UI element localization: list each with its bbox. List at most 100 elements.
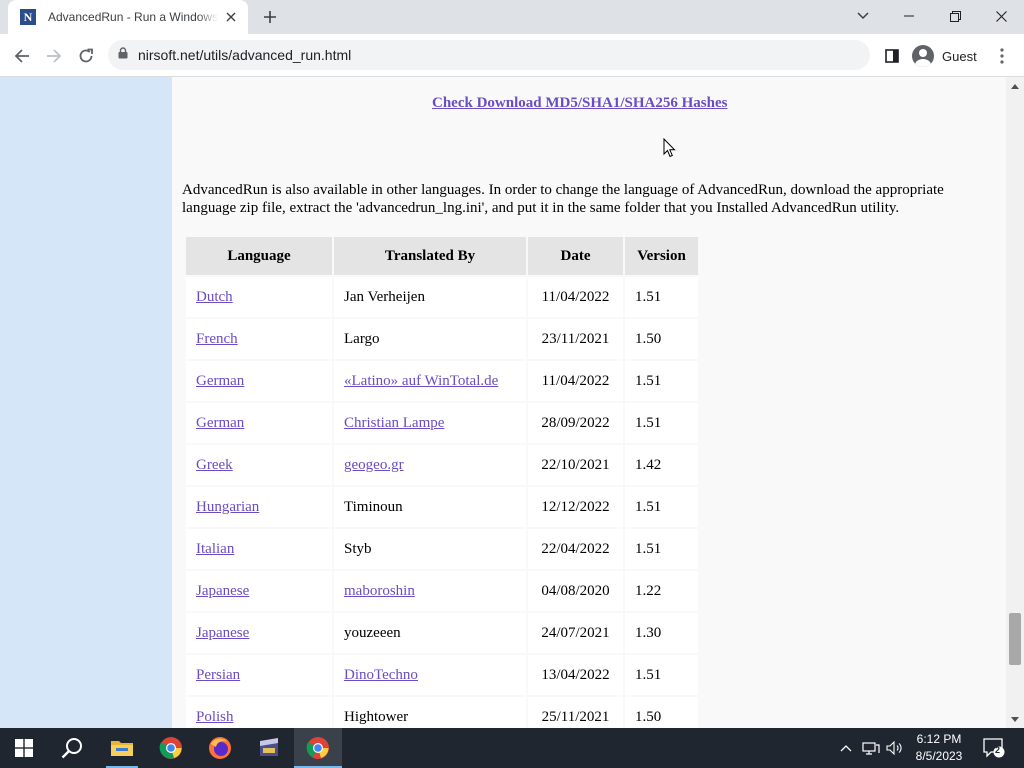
column-header-language: Language <box>186 237 332 275</box>
translator-link[interactable]: geogeo.gr <box>344 457 404 473</box>
cell-translated-by: «Latino» auf WinTotal.de <box>334 361 526 401</box>
cell-date: 22/04/2022 <box>528 529 623 569</box>
language-download-link[interactable]: German <box>196 415 244 431</box>
minimize-button[interactable] <box>886 0 932 32</box>
translator-name: youzeeen <box>344 624 401 641</box>
profile-button[interactable]: Guest <box>906 42 983 70</box>
cell-date: 28/09/2022 <box>528 403 623 443</box>
system-clock[interactable]: 6:12 PM 8/5/2023 <box>908 731 970 765</box>
table-row: Persian DinoTechno 13/04/2022 1.51 <box>186 655 698 695</box>
cell-date: 24/07/2021 <box>528 613 623 653</box>
language-download-link[interactable]: Persian <box>196 667 240 683</box>
tab-search-chevron-down-icon[interactable] <box>840 0 886 32</box>
translator-name: Largo <box>344 330 380 347</box>
translator-name: Jan Verheijen <box>344 288 425 305</box>
firefox-icon[interactable] <box>196 728 244 768</box>
column-header-translated-by: Translated By <box>334 237 526 275</box>
side-panel-icon[interactable] <box>878 42 906 70</box>
cell-translated-by: maboroshin <box>334 571 526 611</box>
translator-name: Hightower <box>344 708 409 725</box>
language-download-link[interactable]: Japanese <box>196 625 249 641</box>
lock-icon[interactable] <box>118 46 128 64</box>
url-text: nirsoft.net/utils/advanced_run.html <box>138 47 352 63</box>
cell-language: Greek <box>186 445 332 485</box>
cell-version: 1.42 <box>625 445 698 485</box>
column-header-date: Date <box>528 237 623 275</box>
cell-version: 1.51 <box>625 655 698 695</box>
cell-language: German <box>186 361 332 401</box>
table-row: Polish Hightower 25/11/2021 1.50 <box>186 697 698 728</box>
language-download-link[interactable]: Polish <box>196 709 234 725</box>
volume-icon[interactable] <box>884 728 906 768</box>
scrollbar-thumb[interactable] <box>1009 612 1021 665</box>
cell-translated-by: DinoTechno <box>334 655 526 695</box>
address-bar[interactable]: nirsoft.net/utils/advanced_run.html <box>108 40 870 70</box>
table-row: German Christian Lampe 28/09/2022 1.51 <box>186 403 698 443</box>
translator-name: Timinoun <box>344 498 403 515</box>
language-download-link[interactable]: Italian <box>196 541 234 557</box>
table-header-row: Language Translated By Date Version <box>186 237 698 275</box>
translator-link[interactable]: DinoTechno <box>344 667 418 683</box>
table-row: German «Latino» auf WinTotal.de 11/04/2022… <box>186 361 698 401</box>
network-icon[interactable] <box>860 728 882 768</box>
table-row: Italian Styb 22/04/2022 1.51 <box>186 529 698 569</box>
cell-date: 12/12/2022 <box>528 487 623 527</box>
language-download-link[interactable]: Dutch <box>196 289 233 305</box>
avatar <box>912 45 934 67</box>
cell-date: 25/11/2021 <box>528 697 623 728</box>
language-download-link[interactable]: Greek <box>196 457 233 473</box>
cell-date: 04/08/2020 <box>528 571 623 611</box>
cell-language: Dutch <box>186 277 332 317</box>
media-app-icon[interactable] <box>245 728 293 768</box>
translator-link[interactable]: «Latino» auf WinTotal.de <box>344 373 498 389</box>
browser-tab[interactable]: N AdvancedRun - Run a Windows program wi… <box>8 0 248 34</box>
cell-language: Polish <box>186 697 332 728</box>
cell-language: Japanese <box>186 571 332 611</box>
back-arrow-icon[interactable] <box>8 42 36 70</box>
cell-version: 1.50 <box>625 697 698 728</box>
language-download-link[interactable]: Japanese <box>196 583 249 599</box>
cell-language: Italian <box>186 529 332 569</box>
clock-time: 6:12 PM <box>916 732 962 746</box>
page-scrollbar[interactable] <box>1006 77 1024 728</box>
search-icon[interactable] <box>48 728 96 768</box>
language-download-link[interactable]: Hungarian <box>196 499 259 515</box>
tab-close-icon[interactable] <box>222 8 240 26</box>
cell-translated-by: Jan Verheijen <box>334 277 526 317</box>
notifications-icon[interactable]: 2 <box>978 728 1010 768</box>
show-hidden-icons-chevron-up-icon[interactable] <box>836 728 856 768</box>
cell-translated-by: youzeeen <box>334 613 526 653</box>
scroll-down-arrow-icon[interactable] <box>1010 714 1020 724</box>
cell-date: 23/11/2021 <box>528 319 623 359</box>
cell-translated-by: Hightower <box>334 697 526 728</box>
profile-name: Guest <box>942 48 977 64</box>
close-window-button[interactable] <box>978 0 1024 32</box>
cell-language: Persian <box>186 655 332 695</box>
scroll-up-arrow-icon[interactable] <box>1010 81 1020 91</box>
cell-version: 1.51 <box>625 361 698 401</box>
new-tab-button[interactable] <box>258 5 282 29</box>
cell-translated-by: Styb <box>334 529 526 569</box>
browser-toolbar: nirsoft.net/utils/advanced_run.html Gues… <box>0 34 1024 77</box>
chrome-active-icon[interactable] <box>294 728 342 768</box>
cell-version: 1.30 <box>625 613 698 653</box>
language-download-link[interactable]: French <box>196 331 238 347</box>
clock-date: 8/5/2023 <box>915 749 963 763</box>
language-download-link[interactable]: German <box>196 373 244 389</box>
cell-translated-by: Largo <box>334 319 526 359</box>
check-hashes-link[interactable]: Check Download MD5/SHA1/SHA256 Hashes <box>432 95 727 112</box>
file-explorer-icon[interactable] <box>98 728 146 768</box>
translator-link[interactable]: Christian Lampe <box>344 415 444 431</box>
forward-arrow-icon[interactable] <box>40 42 68 70</box>
cell-version: 1.51 <box>625 277 698 317</box>
windows-start-icon[interactable] <box>0 728 48 768</box>
reload-icon[interactable] <box>72 42 100 70</box>
chrome-icon[interactable] <box>147 728 195 768</box>
menu-kebab-icon[interactable] <box>988 42 1016 70</box>
restore-button[interactable] <box>932 0 978 32</box>
table-row: Dutch Jan Verheijen 11/04/2022 1.51 <box>186 277 698 317</box>
page-viewport: Check Download MD5/SHA1/SHA256 Hashes Ad… <box>0 77 1024 728</box>
table-row: Hungarian Timinoun 12/12/2022 1.51 <box>186 487 698 527</box>
translator-link[interactable]: maboroshin <box>344 583 415 599</box>
mouse-cursor-icon <box>663 137 676 163</box>
